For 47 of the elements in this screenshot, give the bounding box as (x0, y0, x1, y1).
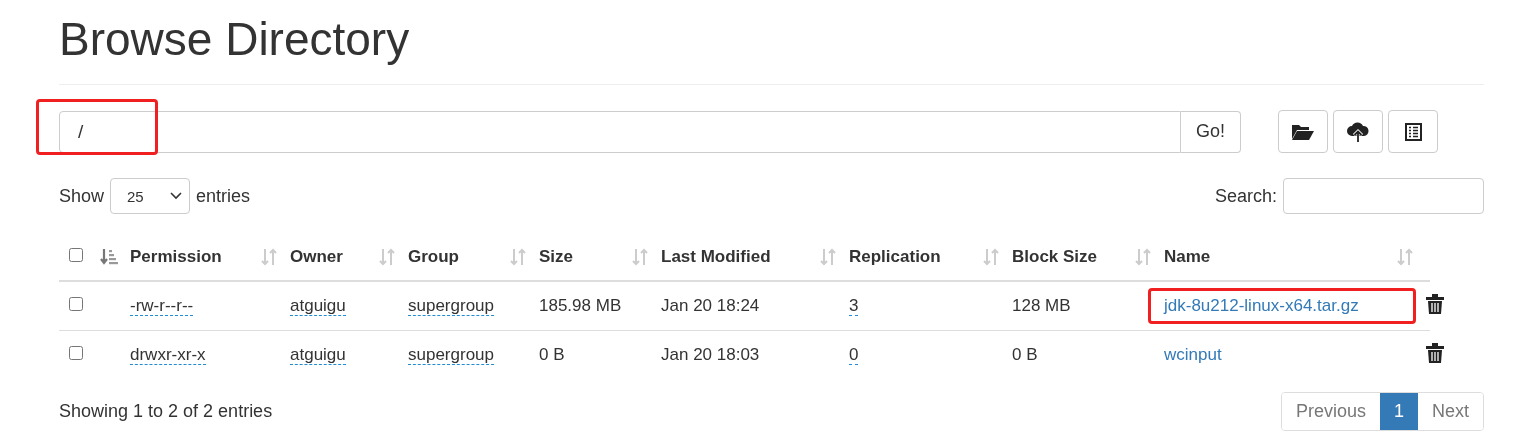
table-cell[interactable]: 0 (849, 345, 859, 365)
table-cell[interactable]: supergroup (408, 345, 494, 365)
table-cell[interactable]: atguigu (290, 296, 346, 316)
search-field[interactable] (1283, 178, 1484, 214)
checkbox[interactable] (69, 248, 83, 262)
column-header: Owner (290, 247, 343, 267)
list-button[interactable] (1388, 110, 1438, 153)
checkbox[interactable] (69, 346, 83, 360)
table-cell[interactable]: -rw-r--r-- (130, 296, 194, 316)
table-cell[interactable]: drwxr-xr-x (130, 345, 206, 365)
checkbox[interactable] (69, 297, 83, 311)
path-field[interactable]: / (59, 110, 1181, 153)
chevron-down-icon (170, 192, 183, 200)
column-header: Name (1164, 247, 1211, 267)
page-title: Browse Directory (59, 0, 1484, 85)
show-label: Show (59, 185, 105, 207)
entries-label: entries (196, 185, 251, 207)
table-cell: Jan 20 18:03 (661, 345, 760, 364)
table-cell: 0 B (539, 345, 565, 364)
sort-ascending-icon[interactable] (100, 248, 118, 266)
entries-dropdown[interactable]: 25 (110, 178, 191, 214)
list-icon (1404, 122, 1422, 141)
column-header: Permission (130, 247, 222, 267)
file-link[interactable]: jdk-8u212-linux-x64.tar.gz (1164, 292, 1359, 320)
table-cell: 185.98 MB (539, 296, 622, 315)
folder-icon (1292, 123, 1314, 140)
column-header: Group (408, 247, 459, 267)
upload-button[interactable] (1333, 110, 1383, 153)
cloud-upload-icon (1347, 121, 1369, 142)
search-label: Search: (1214, 185, 1277, 207)
table-cell[interactable]: atguigu (290, 345, 346, 365)
column-header: Size (539, 247, 574, 267)
folder-button[interactable] (1278, 110, 1328, 153)
table-cell: 0 B (1012, 345, 1038, 364)
trash-icon[interactable] (1426, 293, 1444, 314)
file-link[interactable]: wcinput (1164, 341, 1222, 369)
column-header: Replication (849, 247, 941, 267)
trash-icon[interactable] (1426, 342, 1444, 363)
table-cell: 128 MB (1012, 296, 1071, 315)
page-button[interactable]: 1 (1379, 393, 1418, 430)
entries-info: Showing 1 to 2 of 2 entries (59, 401, 273, 422)
column-header: Last Modified (661, 247, 771, 267)
column-header: Block Size (1012, 247, 1098, 267)
go-button[interactable]: Go! (1181, 110, 1241, 153)
table-cell[interactable]: 3 (849, 296, 859, 316)
table-cell: Jan 20 18:24 (661, 296, 760, 315)
table-cell[interactable]: supergroup (408, 296, 494, 316)
